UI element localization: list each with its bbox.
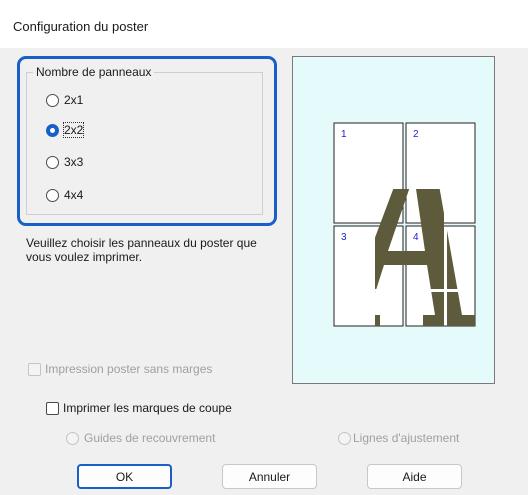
borderless-checkbox[interactable]: Impression poster sans marges xyxy=(28,362,212,376)
trim-lines-label: Lignes d'ajustement xyxy=(353,431,460,445)
help-button[interactable]: Aide xyxy=(367,464,462,489)
radio-2x1[interactable]: 2x1 xyxy=(46,93,83,107)
radio-circle-icon xyxy=(46,188,59,202)
borderless-checkbox-label: Impression poster sans marges xyxy=(45,362,213,376)
radio-circle-icon xyxy=(338,431,351,445)
overlap-guides-radio[interactable]: Guides de recouvrement xyxy=(66,431,215,445)
radio-circle-icon xyxy=(46,155,59,169)
radio-2x2-label: 2x2 xyxy=(62,122,85,138)
panel-number-1: 1 xyxy=(341,129,347,140)
cut-marks-checkbox[interactable]: Imprimer les marques de coupe xyxy=(46,401,232,415)
radio-selected-icon xyxy=(46,123,59,137)
poster-preview-image: 1 2 3 4 xyxy=(333,122,476,327)
radio-3x3-label: 3x3 xyxy=(64,155,84,169)
radio-2x1-label: 2x1 xyxy=(64,93,84,107)
radio-3x3[interactable]: 3x3 xyxy=(46,155,83,169)
hint-text: Veuillez choisir les panneaux du poster … xyxy=(26,236,257,264)
radio-2x2[interactable]: 2x2 xyxy=(46,122,85,138)
panel-count-group-label: Nombre de panneaux xyxy=(33,65,155,79)
radio-4x4-label: 4x4 xyxy=(64,188,84,202)
checkbox-box-icon xyxy=(46,401,59,415)
trim-lines-radio[interactable]: Lignes d'ajustement xyxy=(338,431,459,445)
radio-4x4[interactable]: 4x4 xyxy=(46,188,83,202)
overlap-guides-label: Guides de recouvrement xyxy=(84,431,216,445)
title-bar: Configuration du poster xyxy=(0,0,528,48)
panel-number-3: 3 xyxy=(341,232,347,243)
dialog-title: Configuration du poster xyxy=(13,19,149,34)
cancel-button[interactable]: Annuler xyxy=(222,464,317,489)
radio-circle-icon xyxy=(46,93,59,107)
panel-number-2: 2 xyxy=(413,129,419,140)
radio-circle-icon xyxy=(66,431,79,445)
cut-marks-checkbox-label: Imprimer les marques de coupe xyxy=(63,401,232,415)
checkbox-box-icon xyxy=(28,362,41,376)
poster-preview: 1 2 3 4 xyxy=(292,56,495,384)
panel-number-4: 4 xyxy=(413,232,419,243)
ok-button[interactable]: OK xyxy=(77,464,172,489)
